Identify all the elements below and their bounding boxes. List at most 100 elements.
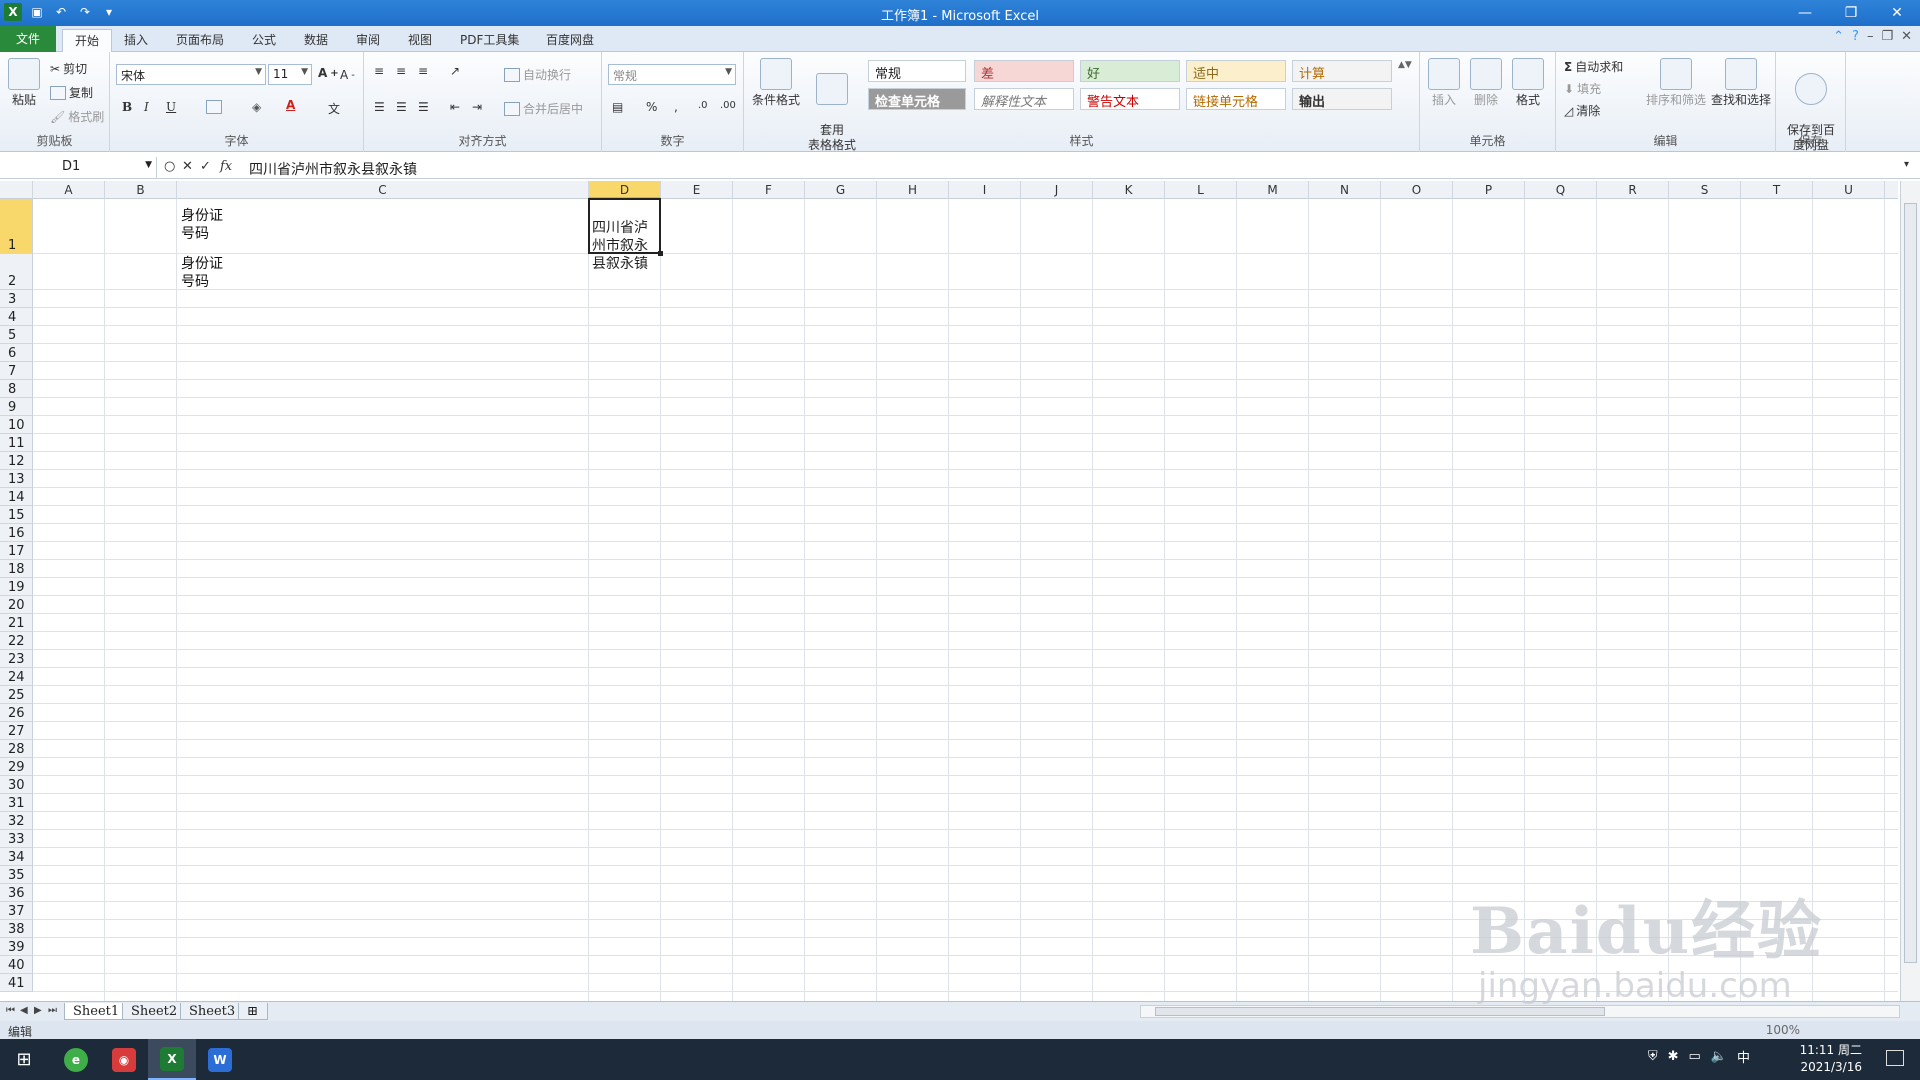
tab-insert[interactable]: 插入 — [112, 29, 160, 52]
row-header-28[interactable]: 28 — [0, 740, 33, 758]
row-header-16[interactable]: 16 — [0, 524, 33, 542]
vertical-scrollbar[interactable] — [1900, 181, 1920, 1001]
row-header-17[interactable]: 17 — [0, 542, 33, 560]
styles-scroll-icon[interactable]: ▲▼ — [1398, 60, 1412, 70]
row-header-27[interactable]: 27 — [0, 722, 33, 740]
style-warning[interactable]: 警告文本 — [1080, 88, 1180, 110]
fill-handle[interactable] — [658, 251, 663, 256]
row-header-26[interactable]: 26 — [0, 704, 33, 722]
next-sheet-icon[interactable]: ▶ — [34, 1005, 42, 1016]
column-header-n[interactable]: N — [1309, 181, 1381, 199]
sheet-tab-sheet1[interactable]: Sheet1 — [64, 1003, 129, 1020]
row-header-3[interactable]: 3 — [0, 290, 33, 308]
doc-close-icon[interactable]: ✕ — [1901, 29, 1912, 44]
row-header-5[interactable]: 5 — [0, 326, 33, 344]
column-header-p[interactable]: P — [1453, 181, 1525, 199]
taskbar-app-browser[interactable]: e — [52, 1039, 100, 1080]
tab-data[interactable]: 数据 — [292, 29, 340, 52]
number-format-select[interactable]: 常规 ▼ — [608, 64, 736, 85]
tab-page-layout[interactable]: 页面布局 — [164, 29, 236, 52]
fill-button[interactable]: ⬇ 填充 — [1564, 80, 1601, 97]
sheet-tab-sheet2[interactable]: Sheet2 — [122, 1003, 187, 1020]
restore-button[interactable]: ❐ — [1828, 0, 1874, 26]
column-header-d[interactable]: D — [589, 181, 661, 199]
phonetic-button[interactable]: 文 — [328, 100, 340, 117]
column-header-u[interactable]: U — [1813, 181, 1885, 199]
style-bad[interactable]: 差 — [974, 60, 1074, 82]
row-header-2[interactable]: 2 — [0, 254, 33, 290]
row-header-21[interactable]: 21 — [0, 614, 33, 632]
column-header-q[interactable]: Q — [1525, 181, 1597, 199]
row-header-9[interactable]: 9 — [0, 398, 33, 416]
cell-c2[interactable]: 身份证 号码 — [181, 255, 223, 291]
horizontal-scrollbar[interactable] — [1140, 1005, 1900, 1018]
align-middle-icon[interactable]: ≡ — [396, 64, 406, 78]
tab-view[interactable]: 视图 — [396, 29, 444, 52]
row-header-22[interactable]: 22 — [0, 632, 33, 650]
style-calculation[interactable]: 计算 — [1292, 60, 1392, 82]
column-header-l[interactable]: L — [1165, 181, 1237, 199]
tab-review[interactable]: 审阅 — [344, 29, 392, 52]
decrease-indent-icon[interactable]: ⇤ — [450, 100, 460, 114]
doc-minimize-icon[interactable]: – — [1867, 29, 1874, 44]
row-header-18[interactable]: 18 — [0, 560, 33, 578]
align-right-icon[interactable]: ☰ — [418, 100, 429, 114]
select-all-corner[interactable] — [0, 181, 33, 199]
tab-file[interactable]: 文件 — [0, 26, 57, 52]
tab-home[interactable]: 开始 — [62, 29, 113, 52]
name-box[interactable]: D1 ▼ — [0, 157, 157, 179]
vertical-scroll-thumb[interactable] — [1904, 203, 1917, 963]
row-header-35[interactable]: 35 — [0, 866, 33, 884]
row-header-31[interactable]: 31 — [0, 794, 33, 812]
border-button[interactable] — [206, 100, 222, 114]
align-center-icon[interactable]: ☰ — [396, 100, 407, 114]
formula-input[interactable]: 四川省泸州市叙永县叙永镇 — [249, 159, 417, 179]
autosum-button[interactable]: Σ 自动求和 — [1564, 58, 1623, 75]
volume-icon[interactable]: 🔈 — [1711, 1049, 1727, 1064]
delete-cells-button[interactable]: 删除 — [1468, 58, 1504, 108]
sort-filter-button[interactable]: 排序和筛选 — [1646, 58, 1706, 108]
style-explanatory[interactable]: 解释性文本 — [974, 88, 1074, 110]
enter-entry-icon[interactable]: ✓ — [200, 159, 211, 174]
paste-button[interactable]: 粘贴 — [6, 58, 42, 108]
last-sheet-icon[interactable]: ⏭ — [48, 1005, 57, 1016]
doc-restore-icon[interactable]: ❐ — [1881, 29, 1893, 44]
column-header-r[interactable]: R — [1597, 181, 1669, 199]
column-header-e[interactable]: E — [661, 181, 733, 199]
row-header-10[interactable]: 10 — [0, 416, 33, 434]
style-linked-cell[interactable]: 链接单元格 — [1186, 88, 1286, 110]
minimize-ribbon-icon[interactable]: ⌃ — [1833, 29, 1844, 44]
tab-pdf-tools[interactable]: PDF工具集 — [448, 29, 531, 52]
increase-indent-icon[interactable]: ⇥ — [472, 100, 482, 114]
bluetooth-icon[interactable]: ✱ — [1668, 1049, 1679, 1064]
align-bottom-icon[interactable]: ≡ — [418, 64, 428, 78]
column-header-b[interactable]: B — [105, 181, 177, 199]
style-check-cell[interactable]: 检查单元格 — [868, 88, 966, 110]
row-header-39[interactable]: 39 — [0, 938, 33, 956]
row-header-23[interactable]: 23 — [0, 650, 33, 668]
active-cell-d1[interactable]: 四川省泸 州市叙永 县叙永镇 — [588, 198, 663, 272]
format-cells-button[interactable]: 格式 — [1510, 58, 1546, 108]
align-left-icon[interactable]: ☰ — [374, 100, 385, 114]
row-header-34[interactable]: 34 — [0, 848, 33, 866]
network-icon[interactable]: ▭ — [1689, 1049, 1701, 1064]
style-good[interactable]: 好 — [1080, 60, 1180, 82]
row-header-25[interactable]: 25 — [0, 686, 33, 704]
start-button[interactable]: ⊞ — [0, 1039, 48, 1080]
find-select-button[interactable]: 查找和选择 — [1708, 58, 1774, 108]
cell-c1[interactable]: 身份证 号码 — [181, 207, 223, 243]
close-button[interactable]: ✕ — [1874, 0, 1920, 26]
row-header-40[interactable]: 40 — [0, 956, 33, 974]
row-header-38[interactable]: 38 — [0, 920, 33, 938]
insert-cells-button[interactable]: 插入 — [1426, 58, 1462, 108]
clock[interactable]: 11:11 周二 2021/3/16 — [1800, 1042, 1862, 1076]
ime-indicator[interactable]: 中 — [1737, 1047, 1750, 1066]
taskbar-app-wps[interactable]: W — [196, 1039, 244, 1080]
column-header-h[interactable]: H — [877, 181, 949, 199]
column-header-i[interactable]: I — [949, 181, 1021, 199]
row-header-15[interactable]: 15 — [0, 506, 33, 524]
row-header-8[interactable]: 8 — [0, 380, 33, 398]
first-sheet-icon[interactable]: ⏮ — [6, 1005, 15, 1016]
help-icon[interactable]: ? — [1852, 29, 1859, 44]
comma-button[interactable]: , — [674, 100, 678, 114]
